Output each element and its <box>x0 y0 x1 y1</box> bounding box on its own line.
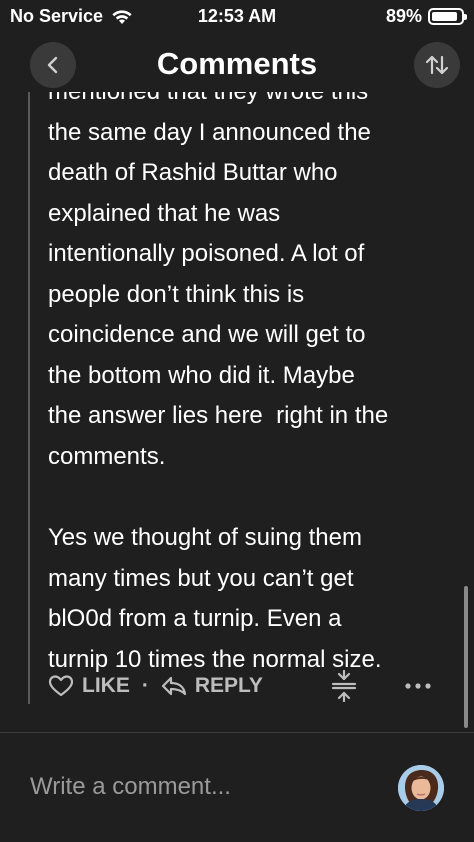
thread-line <box>28 92 30 704</box>
like-button[interactable]: LIKE <box>48 674 130 698</box>
separator-dot: · <box>141 674 149 697</box>
user-photo <box>398 765 444 811</box>
comments-list[interactable]: mentioned that they wrote this the same … <box>0 92 474 732</box>
comment-line: people don’t think this is <box>48 280 305 308</box>
battery-percent: 89% <box>385 6 422 26</box>
comment-line: coincidence and we will get to <box>48 321 366 348</box>
reply-button[interactable]: REPLY <box>161 674 263 698</box>
avatar[interactable] <box>398 765 444 811</box>
more-horizontal-icon <box>405 683 431 689</box>
collapse-icon <box>331 669 357 703</box>
comment-line: mentioned that they wrote this <box>48 92 458 113</box>
comment-line: the answer lies here right in the <box>48 402 389 429</box>
comment-actions: LIKE · REPLY <box>48 666 438 706</box>
comment-line: explained that he was <box>48 199 281 227</box>
status-bar: No Service 12:53 AM 89% <box>0 0 474 32</box>
comment-line: intentionally poisoned. A lot of <box>48 240 365 267</box>
battery-fill <box>432 12 457 21</box>
like-label: LIKE <box>82 674 130 697</box>
battery-icon <box>428 8 467 25</box>
comment-line: the bottom who did it. Maybe <box>48 361 355 389</box>
scrollbar[interactable] <box>464 586 468 728</box>
reply-label: REPLY <box>194 674 263 697</box>
heart-icon <box>48 675 74 697</box>
comment-line: the same day I announced the <box>48 118 371 146</box>
comment-line: death of Rashid Buttar who <box>48 159 338 186</box>
comment-composer <box>0 732 474 842</box>
header: Comments <box>0 32 474 92</box>
sort-arrows-icon <box>425 55 449 75</box>
comment-line: Yes we thought of suing them <box>48 524 362 551</box>
sort-button[interactable] <box>414 42 460 88</box>
comment-line: blO0d from a turnip. Even a <box>48 605 342 632</box>
page-title: Comments <box>156 46 318 81</box>
more-options-button[interactable] <box>404 670 432 708</box>
comment-line: comments. <box>48 442 166 470</box>
comment-line: many times but you can’t get <box>48 564 354 592</box>
battery-tip <box>464 14 467 20</box>
reply-icon <box>161 676 186 696</box>
status-right: 89% <box>385 6 467 27</box>
comment-body: mentioned that they wrote this the same … <box>48 92 458 680</box>
comment-input[interactable] <box>30 773 370 801</box>
collapse-thread-button[interactable] <box>330 669 358 708</box>
